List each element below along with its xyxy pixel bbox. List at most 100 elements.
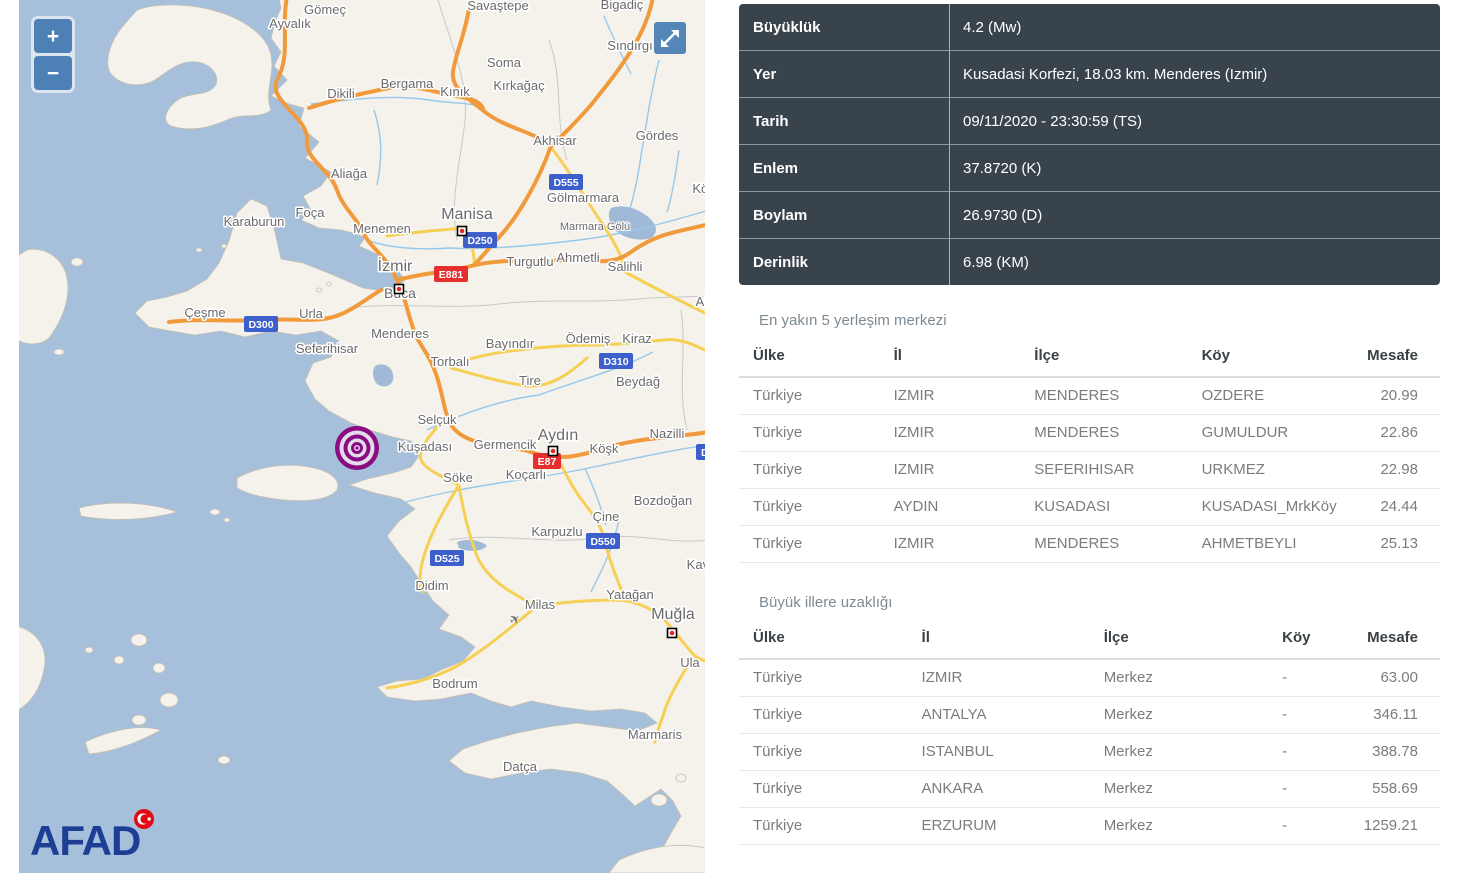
map-label: İzmir xyxy=(378,256,413,275)
table-cell: Merkez xyxy=(1090,734,1268,771)
map-label: Turgutlu xyxy=(506,254,553,269)
info-value: 26.9730 (D) xyxy=(950,192,1440,238)
map-label: Milas xyxy=(525,597,556,612)
info-row: Boylam26.9730 (D) xyxy=(739,192,1440,239)
map-label: Salihli xyxy=(608,259,643,274)
road-shield: D550 xyxy=(586,533,620,549)
table-row: TürkiyeIZMIRMerkez-63.00 xyxy=(739,659,1440,697)
info-value: 6.98 (KM) xyxy=(950,239,1440,285)
table-row: TürkiyeIZMIRSEFERIHISARURKMEZ22.98 xyxy=(739,452,1440,489)
map-label: Aydın xyxy=(538,427,579,444)
map-label: Akhisar xyxy=(533,133,577,148)
nearest-settlements-table: ÜlkeİlİlçeKöyMesafeTürkiyeIZMIRMENDERESO… xyxy=(739,338,1440,563)
info-row: Büyüklük4.2 (Mw) xyxy=(739,4,1440,51)
table-cell: Türkiye xyxy=(739,415,880,452)
afad-logo: AFAD xyxy=(30,817,140,865)
table-cell: ANKARA xyxy=(908,771,1090,808)
map-label: Soma xyxy=(487,55,522,70)
table-cell: ANTALYA xyxy=(908,697,1090,734)
map-label: Köprübaşı xyxy=(692,181,705,196)
map-label: Kiraz xyxy=(622,331,652,346)
table-cell: Merkez xyxy=(1090,808,1268,845)
table-header: Ülke xyxy=(739,620,908,659)
table-cell: - xyxy=(1268,734,1337,771)
expand-icon xyxy=(654,22,686,54)
map-label: Köşk xyxy=(590,441,619,456)
table-cell: AHMETBEYLI xyxy=(1188,526,1343,563)
table-cell: IZMIR xyxy=(880,452,1021,489)
map-label: Kırkağaç xyxy=(493,78,545,93)
table-cell: MENDERES xyxy=(1020,377,1187,415)
table-header: Köy xyxy=(1268,620,1337,659)
table-cell: 63.00 xyxy=(1338,659,1441,697)
table-cell: - xyxy=(1268,808,1337,845)
info-row: Enlem37.8720 (K) xyxy=(739,145,1440,192)
info-label: Derinlik xyxy=(739,239,950,285)
turkish-flag-icon xyxy=(132,807,156,831)
table-cell: URKMEZ xyxy=(1188,452,1343,489)
info-value: 37.8720 (K) xyxy=(950,145,1440,191)
table-cell: IZMIR xyxy=(880,415,1021,452)
afad-logo-text: AFAD xyxy=(30,817,140,865)
map-label: Datça xyxy=(503,759,538,774)
table-cell: IZMIR xyxy=(880,526,1021,563)
map-label: Menemen xyxy=(353,221,411,236)
table-cell: Merkez xyxy=(1090,659,1268,697)
map-label: Marmara Gölü xyxy=(560,221,630,233)
major-cities-table: ÜlkeİlİlçeKöyMesafeTürkiyeIZMIRMerkez-63… xyxy=(739,620,1440,845)
epicenter-marker[interactable] xyxy=(335,426,379,470)
map-label: Gölmarmara xyxy=(547,190,620,205)
info-label: Yer xyxy=(739,51,950,97)
map[interactable]: GömeçAyvalıkSavaştepeBigadiçSındırgıSoma… xyxy=(19,0,705,873)
map-label: Çeşme xyxy=(184,305,225,320)
map-label: Aliağa xyxy=(331,166,368,181)
expand-map-button[interactable] xyxy=(654,22,686,54)
zoom-out-button[interactable]: − xyxy=(34,56,72,90)
table-cell: ERZURUM xyxy=(908,808,1090,845)
map-label: Beydağ xyxy=(616,374,660,389)
map-label: Foça xyxy=(296,205,326,220)
table-cell: Türkiye xyxy=(739,377,880,415)
table-row: TürkiyeIZMIRMENDERESAHMETBEYLI25.13 xyxy=(739,526,1440,563)
table-header: Mesafe xyxy=(1342,338,1440,377)
table-cell: Türkiye xyxy=(739,734,908,771)
map-label: Bozdoğan xyxy=(634,493,693,508)
table-cell: MENDERES xyxy=(1020,415,1187,452)
table-cell: - xyxy=(1268,771,1337,808)
map-label: Ödemiş xyxy=(566,331,611,346)
info-value: Kusadasi Korfezi, 18.03 km. Menderes (Iz… xyxy=(950,51,1440,97)
city-marker xyxy=(668,629,677,638)
table-cell: 558.69 xyxy=(1338,771,1441,808)
road-shield: E881 xyxy=(434,266,468,282)
table-cell: SEFERIHISAR xyxy=(1020,452,1187,489)
table-cell: AYDIN xyxy=(880,489,1021,526)
road-shield: D xyxy=(696,444,705,460)
info-label: Boylam xyxy=(739,192,950,238)
road-shield: D310 xyxy=(599,353,633,369)
map-label: Kınık xyxy=(440,84,470,99)
table-cell: 22.98 xyxy=(1342,452,1440,489)
map-canvas[interactable]: GömeçAyvalıkSavaştepeBigadiçSındırgıSoma… xyxy=(19,0,705,873)
map-label: Selçuk xyxy=(417,412,457,427)
table-header-row: ÜlkeİlİlçeKöyMesafe xyxy=(739,620,1440,659)
table-cell: Merkez xyxy=(1090,697,1268,734)
svg-text:D: D xyxy=(701,447,705,459)
table-cell: - xyxy=(1268,697,1337,734)
map-label: Dikili xyxy=(327,86,355,101)
table-row: TürkiyeERZURUMMerkez-1259.21 xyxy=(739,808,1440,845)
svg-text:D250: D250 xyxy=(467,235,492,247)
zoom-in-button[interactable]: + xyxy=(34,19,72,53)
table-cell: MENDERES xyxy=(1020,526,1187,563)
map-label: Alaşehir xyxy=(696,294,705,309)
map-label: Didim xyxy=(415,578,448,593)
table-cell: 20.99 xyxy=(1342,377,1440,415)
map-label: Urla xyxy=(299,306,324,321)
svg-text:D550: D550 xyxy=(590,536,615,548)
table-header: Köy xyxy=(1188,338,1343,377)
map-label: Çine xyxy=(593,509,620,524)
map-label: Gömeç xyxy=(304,2,346,17)
table-row: TürkiyeANTALYAMerkez-346.11 xyxy=(739,697,1440,734)
table-cell: KUSADASI xyxy=(1020,489,1187,526)
map-label: Bodrum xyxy=(432,676,478,691)
table-cell: Türkiye xyxy=(739,771,908,808)
